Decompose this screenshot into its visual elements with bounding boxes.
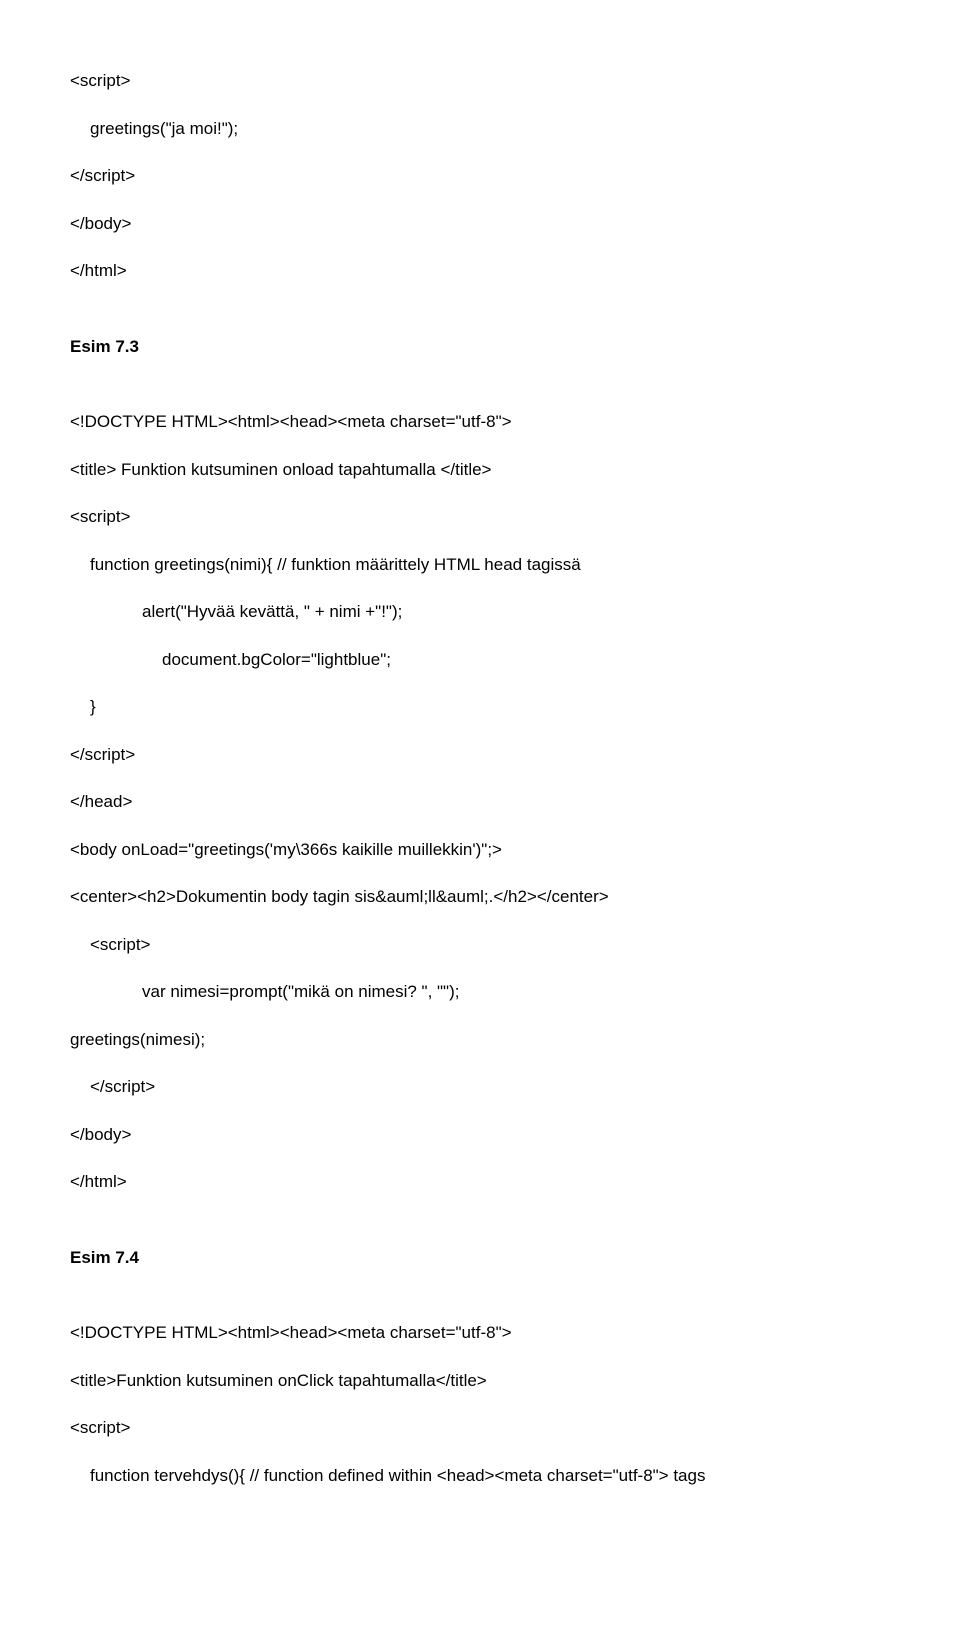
code-line: Esim 7.3 [70,334,890,360]
code-line: </body> [70,211,890,237]
code-line: function greetings(nimi){ // funktion mä… [90,552,890,578]
code-line: </script> [90,1074,890,1100]
code-line: var nimesi=prompt("mikä on nimesi? ", ""… [142,979,890,1005]
code-line: <!DOCTYPE HTML><html><head><meta charset… [70,1320,890,1346]
code-line: <script> [90,932,890,958]
code-line: <title> Funktion kutsuminen onload tapah… [70,457,890,483]
code-line: <script> [70,1415,890,1441]
code-line: </script> [70,163,890,189]
code-line: <script> [70,504,890,530]
code-line: <script> [70,68,890,94]
code-line: </body> [70,1122,890,1148]
code-line: </html> [70,258,890,284]
code-line: </html> [70,1169,890,1195]
code-line: <title>Funktion kutsuminen onClick tapah… [70,1368,890,1394]
code-line: <!DOCTYPE HTML><html><head><meta charset… [70,409,890,435]
code-line: greetings("ja moi!"); [90,116,890,142]
code-line: alert("Hyvää kevättä, " + nimi +"!"); [142,599,890,625]
code-line: document.bgColor="lightblue"; [162,647,890,673]
code-line: <center><h2>Dokumentin body tagin sis&au… [70,884,890,910]
code-line: </script> [70,742,890,768]
code-line: } [90,694,890,720]
code-line: </head> [70,789,890,815]
code-line: <body onLoad="greetings('my\366s kaikill… [70,837,890,863]
code-line: Esim 7.4 [70,1245,890,1271]
code-line: greetings(nimesi); [70,1027,890,1053]
document-body: <script> greetings("ja moi!"); </script> </… [70,68,890,1488]
code-line: function tervehdys(){ // function define… [90,1463,890,1489]
